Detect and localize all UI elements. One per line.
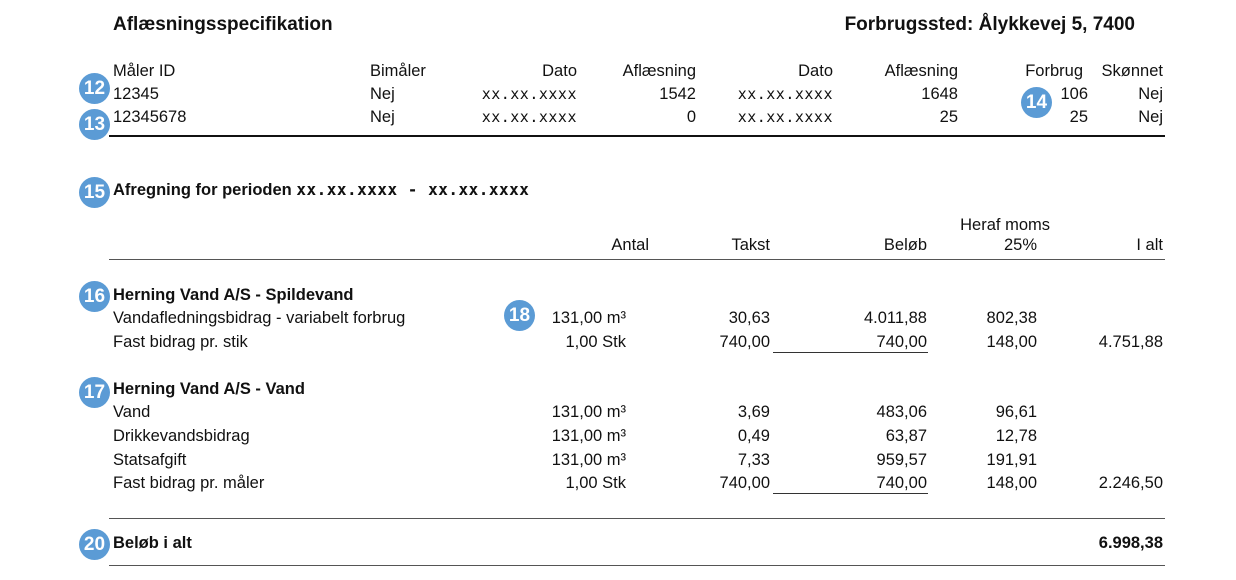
col-header-date-2: Dato xyxy=(798,62,833,80)
period-range: xx.xx.xxxx - xx.xx.xxxx xyxy=(296,180,530,199)
meter-row-2-reading-1: 0 xyxy=(686,108,696,126)
meter-row-2-submeter: Nej xyxy=(370,108,395,126)
line-item-quantity: 131,00 m³ xyxy=(551,309,626,327)
group-2-title: Herning Vand A/S - Vand xyxy=(113,380,305,398)
line-item-vat: 191,91 xyxy=(986,451,1037,469)
group-1-amount-underline xyxy=(773,352,928,353)
col-header-consumption: Forbrug xyxy=(1025,62,1083,80)
line-item-quantity: 131,00 m³ xyxy=(551,427,626,445)
meter-table-divider xyxy=(109,135,1165,137)
line-item-desc: Drikkevandsbidrag xyxy=(113,427,250,445)
annotation-badge-14: 14 xyxy=(1021,87,1052,118)
group-1-title: Herning Vand A/S - Spildevand xyxy=(113,286,354,304)
grand-total-label: Beløb i alt xyxy=(113,534,192,552)
consumption-location: Forbrugssted: Ålykkevej 5, 7400 xyxy=(844,14,1135,35)
col-header-quantity: Antal xyxy=(611,236,649,254)
line-item-desc: Statsafgift xyxy=(113,451,187,469)
line-item-amount: 740,00 xyxy=(876,333,927,351)
col-header-amount: Beløb xyxy=(883,236,927,254)
annotation-badge-12: 12 xyxy=(79,73,110,104)
meter-row-2-date-2: xx.xx.xxxx xyxy=(737,108,833,126)
meter-row-1-submeter: Nej xyxy=(370,85,395,103)
line-item-rate: 7,33 xyxy=(737,451,770,469)
line-item-vat: 12,78 xyxy=(995,427,1037,445)
line-item-rate: 3,69 xyxy=(737,403,770,421)
annotation-badge-18: 18 xyxy=(504,300,535,331)
line-item-amount: 63,87 xyxy=(885,427,927,445)
meter-row-1-id: 12345 xyxy=(113,85,159,103)
meter-row-1-reading-1: 1542 xyxy=(659,85,696,103)
annotation-badge-20: 20 xyxy=(79,529,110,560)
line-item-vat: 148,00 xyxy=(986,333,1037,351)
total-bottom-divider xyxy=(109,565,1165,566)
meter-row-2-estimated: Nej xyxy=(1138,108,1163,126)
line-item-vat: 802,38 xyxy=(986,309,1037,327)
meter-row-1-date-1: xx.xx.xxxx xyxy=(481,85,577,103)
col-header-vat-line2: 25% xyxy=(1003,236,1037,254)
line-item-desc: Vand xyxy=(113,403,151,421)
meter-row-1-reading-2: 1648 xyxy=(921,85,958,103)
line-item-rate: 740,00 xyxy=(719,333,770,351)
meter-row-2-id: 12345678 xyxy=(113,108,187,126)
line-item-vat: 96,61 xyxy=(995,403,1037,421)
meter-row-1-estimated: Nej xyxy=(1138,85,1163,103)
annotation-badge-13: 13 xyxy=(79,109,110,140)
grand-total-value: 6.998,38 xyxy=(1098,534,1163,552)
annotation-badge-17: 17 xyxy=(79,377,110,408)
line-item-quantity: 1,00 Stk xyxy=(565,333,626,351)
line-item-rate: 30,63 xyxy=(728,309,770,327)
col-header-date-1: Dato xyxy=(542,62,577,80)
line-item-quantity: 131,00 m³ xyxy=(551,403,626,421)
annotation-badge-16: 16 xyxy=(79,281,110,312)
line-item-amount: 740,00 xyxy=(876,474,927,492)
col-header-submeter: Bimåler xyxy=(370,62,426,80)
meter-row-2-date-1: xx.xx.xxxx xyxy=(481,108,577,126)
col-header-reading-2: Aflæsning xyxy=(884,62,958,80)
line-item-quantity: 1,00 Stk xyxy=(565,474,626,492)
group-2-amount-underline xyxy=(773,493,928,494)
col-header-vat-line1: Heraf moms xyxy=(960,216,1050,234)
col-header-total: I alt xyxy=(1136,236,1163,254)
group-1-subtotal: 4.751,88 xyxy=(1098,333,1163,351)
line-item-rate: 740,00 xyxy=(719,474,770,492)
meter-row-1-consumption: 106 xyxy=(1060,85,1088,103)
line-item-amount: 959,57 xyxy=(876,451,927,469)
page-title: Aflæsningsspecifikation xyxy=(113,14,333,35)
meter-row-2-consumption: 25 xyxy=(1069,108,1088,126)
line-item-rate: 0,49 xyxy=(737,427,770,445)
line-item-desc: Vandafledningsbidrag - variabelt forbrug xyxy=(113,309,406,327)
line-item-amount: 4.011,88 xyxy=(863,309,927,327)
line-item-desc: Fast bidrag pr. måler xyxy=(113,474,265,492)
line-item-amount: 483,06 xyxy=(876,403,927,421)
period-label: Afregning for perioden xyxy=(113,181,292,199)
group-2-subtotal: 2.246,50 xyxy=(1098,474,1163,492)
line-item-vat: 148,00 xyxy=(986,474,1037,492)
line-item-quantity: 131,00 m³ xyxy=(551,451,626,469)
col-header-rate: Takst xyxy=(731,236,770,254)
col-header-estimated: Skønnet xyxy=(1101,62,1163,80)
col-header-meter-id: Måler ID xyxy=(113,62,176,80)
annotation-badge-15: 15 xyxy=(79,177,110,208)
billing-header-divider xyxy=(109,259,1165,260)
col-header-reading-1: Aflæsning xyxy=(622,62,696,80)
meter-row-2-reading-2: 25 xyxy=(939,108,958,126)
line-item-desc: Fast bidrag pr. stik xyxy=(113,333,248,351)
meter-row-1-date-2: xx.xx.xxxx xyxy=(737,85,833,103)
period-heading: Afregning for perioden xx.xx.xxxx - xx.x… xyxy=(113,180,529,200)
total-top-divider xyxy=(109,518,1165,519)
